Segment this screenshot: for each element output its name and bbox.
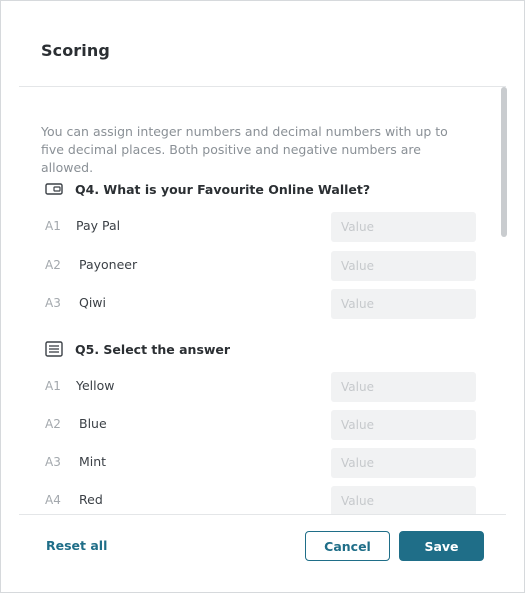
answer-code: A1 [45,379,61,393]
score-value-input[interactable] [331,289,476,319]
score-value-input[interactable] [331,410,476,440]
answer-label: Blue [79,416,107,431]
score-value-input[interactable] [331,212,476,242]
answer-code: A3 [45,455,61,469]
answer-row-q5-a4: A4 Red [45,486,477,514]
answer-label: Pay Pal [76,218,121,233]
cancel-button[interactable]: Cancel [305,531,390,561]
scrollbar-thumb[interactable] [501,87,507,237]
answer-code: A2 [45,258,61,272]
answer-label: Payoneer [79,257,138,272]
dialog-title: Scoring [41,41,110,60]
reset-all-link[interactable]: Reset all [46,538,107,553]
answer-code: A2 [45,417,61,431]
footer-divider [19,514,506,515]
answer-code: A1 [45,219,61,233]
question-q4: Q4. What is your Favourite Online Wallet… [45,179,370,199]
answer-code: A3 [45,296,61,310]
answer-row-q4-a1: A1 Pay Pal [45,212,477,242]
question-title: Q5. Select the answer [75,341,231,357]
question-title: Q4. What is your Favourite Online Wallet… [75,181,371,197]
answer-row-q5-a3: A3 Mint [45,448,477,478]
score-value-input[interactable] [331,486,476,514]
answer-code: A4 [45,493,61,507]
score-value-input[interactable] [331,251,476,281]
answer-label: Red [79,492,103,507]
answer-row-q5-a2: A2 Blue [45,410,477,440]
scoring-scroll-area[interactable]: You can assign integer numbers and decim… [19,87,509,514]
list-icon [45,341,63,357]
score-value-input[interactable] [331,448,476,478]
score-value-input[interactable] [331,372,476,402]
save-button[interactable]: Save [399,531,484,561]
answer-row-q4-a3: A3 Qiwi [45,289,477,319]
answer-row-q5-a1: A1 Yellow [45,372,477,402]
scoring-description: You can assign integer numbers and decim… [41,124,448,175]
answer-label: Yellow [76,378,115,393]
scoring-dialog: Scoring You can assign integer numbers a… [0,0,525,593]
wallet-icon [45,181,63,197]
question-q5: Q5. Select the answer [45,339,230,359]
answer-label: Mint [79,454,107,469]
answer-row-q4-a2: A2 Payoneer [45,251,477,281]
answer-label: Qiwi [79,295,107,310]
